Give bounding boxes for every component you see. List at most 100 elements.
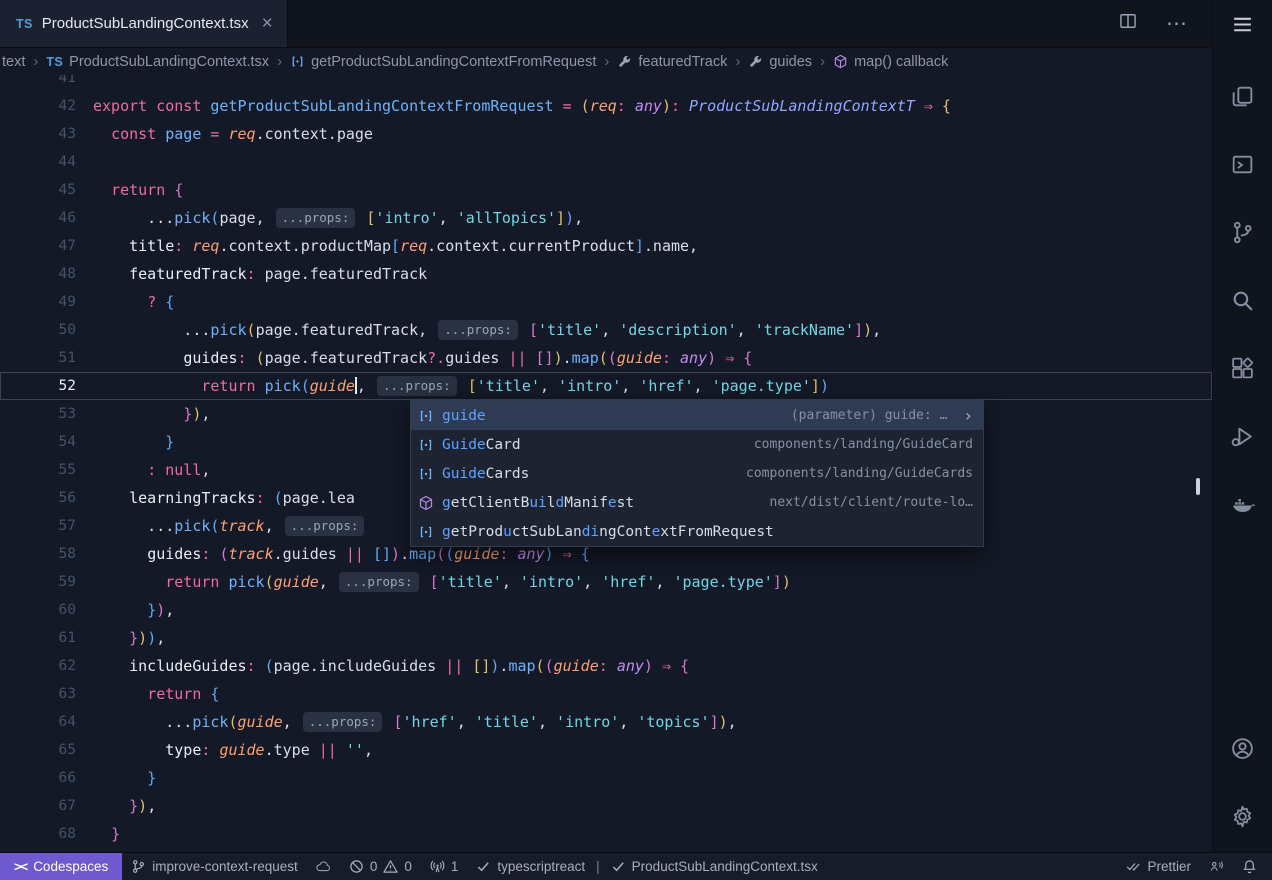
code-line[interactable]: 49 ? { xyxy=(0,288,1212,316)
code-line[interactable]: 68 } xyxy=(0,820,1212,848)
activity-settings-button[interactable] xyxy=(1230,804,1255,834)
breadcrumb-item[interactable]: map() callback xyxy=(833,54,948,70)
code-line[interactable]: 48 featuredTrack: page.featuredTrack xyxy=(0,260,1212,288)
code-line-content: return pick(guide, ...props: ['title', '… xyxy=(76,372,1212,400)
activity-extensions-button[interactable] xyxy=(1230,356,1255,386)
code-line[interactable]: 62 includeGuides: (page.includeGuides ||… xyxy=(0,652,1212,680)
status-problems-label: 0 xyxy=(370,859,378,874)
code-line[interactable]: 61 })), xyxy=(0,624,1212,652)
close-icon[interactable]: × xyxy=(262,13,273,35)
code-line[interactable]: 41 xyxy=(0,75,1212,92)
status-sync[interactable] xyxy=(307,853,340,880)
suggestion-label: getProductSubLandingContextFromRequest xyxy=(442,524,774,540)
line-number: 48 xyxy=(0,260,76,288)
breadcrumb-item[interactable]: text xyxy=(2,54,25,70)
line-number: 67 xyxy=(0,792,76,820)
status-file-status[interactable]: ProductSubLandingContext.tsx xyxy=(602,853,827,880)
suggestion-label: GuideCards xyxy=(442,466,529,482)
suggestion-item[interactable]: guide(parameter) guide: …› xyxy=(411,401,983,430)
line-number: 52 xyxy=(0,372,76,400)
suggestion-label: guide xyxy=(442,408,486,424)
suggestion-item[interactable]: getProductSubLandingContextFromRequest xyxy=(411,517,983,546)
breadcrumb-label: ProductSubLandingContext.tsx xyxy=(69,54,269,70)
status-ports[interactable]: 1 xyxy=(421,853,468,880)
line-number: 42 xyxy=(0,92,76,120)
code-line[interactable]: 65 type: guide.type || '', xyxy=(0,736,1212,764)
suggestion-item[interactable]: getClientBuildManifestnext/dist/client/r… xyxy=(411,488,983,517)
activity-terminal-button[interactable] xyxy=(1230,152,1255,182)
code-line[interactable]: 46 ...pick(page, ...props: ['intro', 'al… xyxy=(0,204,1212,232)
breadcrumb-item[interactable]: featuredTrack xyxy=(617,54,727,70)
suggestion-item[interactable]: GuideCardcomponents/landing/GuideCard xyxy=(411,430,983,459)
breadcrumb-label: map() callback xyxy=(854,54,948,70)
status-formatter[interactable]: Prettier xyxy=(1117,853,1200,880)
status-language-mode[interactable]: typescriptreact xyxy=(467,853,594,880)
code-line-content: } xyxy=(76,764,1212,792)
line-number: 44 xyxy=(0,148,76,176)
suggestion-item[interactable]: GuideCardscomponents/landing/GuideCards xyxy=(411,459,983,488)
status-notifications[interactable] xyxy=(1233,853,1266,880)
status-bar-left: ><Codespaces improve-context-request 001 ty… xyxy=(0,853,827,880)
status-branch[interactable]: improve-context-request xyxy=(122,853,307,880)
code-line[interactable]: 66 } xyxy=(0,764,1212,792)
scrollbar-thumb[interactable] xyxy=(1196,478,1200,495)
status-language-mode-label: typescriptreact xyxy=(497,859,585,874)
breadcrumb-item[interactable]: guides xyxy=(748,54,812,70)
code-line[interactable]: 64 ...pick(guide, ...props: ['href', 'ti… xyxy=(0,708,1212,736)
split-editor-button[interactable] xyxy=(1118,11,1138,36)
code-line-content: featuredTrack: page.featuredTrack xyxy=(76,260,1212,288)
activity-files-button[interactable] xyxy=(1230,84,1255,114)
variable-icon xyxy=(418,524,434,540)
status-branch-label: improve-context-request xyxy=(152,859,298,874)
code-line[interactable]: 60 }), xyxy=(0,596,1212,624)
status-remote[interactable]: ><Codespaces xyxy=(0,853,122,880)
source-control-icon xyxy=(1230,220,1255,245)
warning-icon xyxy=(383,859,398,874)
status-remote-session[interactable] xyxy=(1200,853,1233,880)
suggestion-detail: next/dist/client/route-lo… xyxy=(770,495,974,510)
activity-account-button[interactable] xyxy=(1230,736,1255,766)
menu-button[interactable] xyxy=(1230,12,1255,42)
line-number: 56 xyxy=(0,484,76,512)
code-line[interactable]: 51 guides: (page.featuredTrack?.guides |… xyxy=(0,344,1212,372)
code-line-content xyxy=(76,148,1212,176)
breadcrumb-item[interactable]: getProductSubLandingContextFromRequest xyxy=(290,54,596,70)
activity-search-button[interactable] xyxy=(1230,288,1255,318)
breadcrumb-item[interactable]: TSProductSubLandingContext.tsx xyxy=(46,54,269,70)
code-line[interactable]: 47 title: req.context.productMap[req.con… xyxy=(0,232,1212,260)
code-line[interactable]: 42export const getProductSubLandingConte… xyxy=(0,92,1212,120)
line-number: 51 xyxy=(0,344,76,372)
code-line[interactable]: 52 return pick(guide, ...props: ['title'… xyxy=(0,372,1212,400)
code-line[interactable]: 50 ...pick(page.featuredTrack, ...props:… xyxy=(0,316,1212,344)
line-number: 41 xyxy=(0,75,76,92)
code-line[interactable]: 45 return { xyxy=(0,176,1212,204)
code-line-content: ...pick(page.featuredTrack, ...props: ['… xyxy=(76,316,1212,344)
activity-docker-button[interactable] xyxy=(1230,492,1255,522)
inlay-hint: ...props: xyxy=(285,516,365,536)
line-number: 62 xyxy=(0,652,76,680)
code-line[interactable]: 43 const page = req.context.page xyxy=(0,120,1212,148)
variable-icon xyxy=(290,54,305,69)
breadcrumb-label: featuredTrack xyxy=(638,54,727,70)
line-number: 61 xyxy=(0,624,76,652)
status-problems[interactable]: 00 xyxy=(340,853,421,880)
code-line[interactable]: 63 return { xyxy=(0,680,1212,708)
code-line-content: }), xyxy=(76,596,1212,624)
activity-source-control-button[interactable] xyxy=(1230,220,1255,250)
code-line[interactable]: 59 return pick(guide, ...props: ['title'… xyxy=(0,568,1212,596)
activity-run-debug-button[interactable] xyxy=(1230,424,1255,454)
editor[interactable]: 4142export const getProductSubLandingCon… xyxy=(0,75,1212,852)
breadcrumb-separator: › xyxy=(604,53,609,70)
person-broadcast-icon xyxy=(1209,859,1224,874)
more-button[interactable]: ⋯ xyxy=(1166,11,1188,36)
line-number: 58 xyxy=(0,540,76,568)
remote-icon: >< xyxy=(14,859,27,874)
code-line-content: guides: (page.featuredTrack?.guides || [… xyxy=(76,344,1212,372)
tab-active-file[interactable]: TS ProductSubLandingContext.tsx × xyxy=(0,0,288,47)
code-line-content xyxy=(76,75,1212,92)
code-line[interactable]: 67 }), xyxy=(0,792,1212,820)
line-number: 43 xyxy=(0,120,76,148)
breadcrumb-label: text xyxy=(2,54,25,70)
code-line[interactable]: 44 xyxy=(0,148,1212,176)
tab-actions: ⋯ xyxy=(1118,0,1212,47)
